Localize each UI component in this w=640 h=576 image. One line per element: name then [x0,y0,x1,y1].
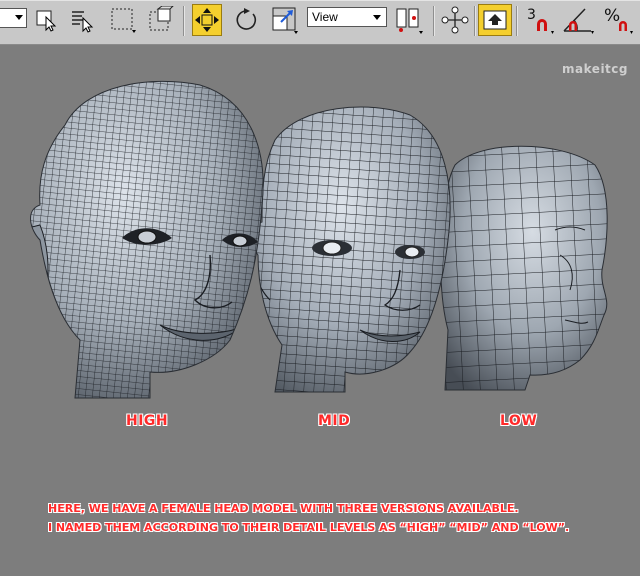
label-mid: MID [318,413,351,429]
snap-3-text: 3 [527,7,536,23]
angle-snap-icon [563,8,594,34]
select-and-scale-icon [272,7,298,34]
select-and-move-button[interactable] [192,4,222,36]
main-toolbar: View 3 % [0,0,640,45]
caption-line-1: HERE, WE HAVE A FEMALE HEAD MODEL WITH T… [48,502,519,515]
select-by-name-button[interactable] [68,4,98,36]
window-crossing-icon [149,6,174,31]
select-object-icon [36,10,57,32]
mid-poly-head [251,106,451,393]
percent-snap-button[interactable]: % [600,4,636,36]
angle-snap-button[interactable] [560,4,596,36]
select-and-manipulate-button[interactable] [440,4,470,36]
keyboard-shortcut-override-icon [483,10,507,30]
percent-text: % [604,6,620,26]
head-models-render [30,80,608,399]
snap-toggle-icon: 3 [527,7,554,34]
select-object-button[interactable] [32,4,62,36]
caption-line-2: I NAMED THEM ACCORDING TO THEIR DETAIL L… [48,521,570,534]
window-crossing-button[interactable] [146,4,176,36]
use-pivot-point-button[interactable] [394,4,424,36]
reference-coordinate-value: View [312,10,338,24]
select-and-scale-button[interactable] [270,4,300,36]
manipulate-icon [441,6,469,34]
percent-snap-icon: % [604,6,633,34]
rect-selection-button[interactable] [108,4,138,36]
label-low: LOW [500,413,538,429]
label-high: HIGH [126,413,169,429]
caption: HERE, WE HAVE A FEMALE HEAD MODEL WITH T… [48,499,628,537]
app-window: View 3 % makeitcg HIGH MID LOW HERE, WE … [0,0,640,576]
select-and-move-icon [195,8,219,32]
reference-coordinate-dropdown[interactable]: View [307,7,387,27]
low-poly-head [440,145,608,391]
selection-filter-dropdown[interactable] [0,8,27,28]
keyboard-shortcut-override-button[interactable] [478,4,512,36]
select-and-rotate-icon [236,8,257,30]
select-by-name-icon [72,11,94,33]
chevron-down-icon [373,15,381,20]
rect-selection-icon [111,8,136,33]
high-poly-head [30,80,264,399]
select-and-rotate-button[interactable] [231,4,261,36]
snaps-toggle-button[interactable]: 3 [522,4,556,36]
pivot-point-icon [396,8,423,34]
